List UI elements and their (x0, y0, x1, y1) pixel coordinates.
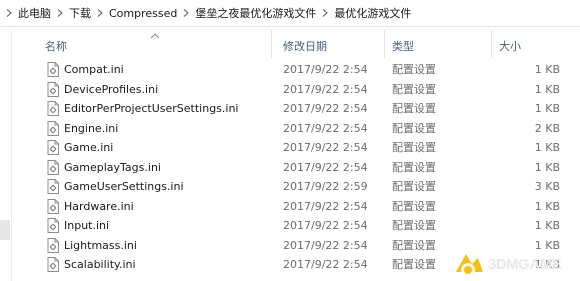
ini-file-icon (47, 81, 59, 97)
file-name[interactable]: Scalability.ini (64, 255, 136, 275)
file-type: 配置设置 (392, 121, 436, 135)
file-date: 2017/9/22 2:59 (283, 180, 368, 193)
file-name[interactable]: Game.ini (64, 138, 113, 158)
file-name[interactable]: GameUserSettings.ini (64, 177, 184, 197)
file-size: 2 KB (534, 121, 560, 135)
file-type: 配置设置 (392, 82, 436, 96)
ini-file-icon (47, 179, 59, 194)
crumb-label[interactable]: 此电脑 (16, 5, 53, 21)
address-bar[interactable]: 此电脑 下载 Compressed 堡垒之夜最优化游戏文件 最优化游戏文件 (0, 0, 580, 27)
file-date: 2017/9/22 2:54 (283, 102, 368, 115)
file-date: 2017/9/22 2:54 (283, 238, 368, 252)
column-divider[interactable] (384, 30, 385, 58)
ini-file-icon (47, 237, 59, 253)
ini-file-icon (47, 198, 59, 214)
file-type: 配置设置 (392, 63, 436, 76)
file-name[interactable]: Lightmass.ini (64, 236, 137, 256)
ini-file-icon (47, 159, 59, 175)
file-row[interactable]: Input.ini 2017/9/22 2:54 配置设置 1 KB (12, 216, 580, 236)
column-header-date[interactable]: 修改日期 (283, 38, 327, 56)
file-type: 配置设置 (392, 141, 436, 154)
column-header-name[interactable]: 名称 (45, 38, 67, 56)
navigation-pane[interactable] (0, 28, 12, 281)
file-size: 1 KB (534, 141, 560, 154)
crumb-downloads[interactable]: 下载 (53, 0, 93, 27)
file-row[interactable]: GameUserSettings.ini 2017/9/22 2:59 配置设置 3 … (12, 177, 580, 197)
watermark-text: 3DMGAME (488, 256, 562, 273)
chevron-right-icon[interactable] (318, 0, 332, 27)
ini-file-icon (47, 218, 59, 233)
file-size: 3 KB (534, 180, 560, 193)
crumb-optimized-folder[interactable]: 最优化游戏文件 (318, 0, 413, 27)
file-name[interactable]: Input.ini (64, 216, 109, 236)
file-type: 配置设置 (392, 199, 436, 213)
3dmgame-logo-icon (456, 253, 483, 277)
column-header-size[interactable]: 大小 (499, 38, 521, 56)
file-name[interactable]: GameplayTags.ini (64, 158, 161, 178)
file-row[interactable]: Game.ini 2017/9/22 2:54 配置设置 1 KB (12, 138, 580, 158)
crumb-label[interactable]: Compressed (107, 7, 179, 20)
file-row[interactable]: Hardware.ini 2017/9/22 2:54 配置设置 1 KB (12, 197, 580, 217)
file-size: 1 KB (534, 102, 560, 115)
file-name[interactable]: DeviceProfiles.ini (64, 80, 158, 100)
crumb-fortnite-folder[interactable]: 堡垒之夜最优化游戏文件 (179, 0, 318, 27)
file-date: 2017/9/22 2:54 (283, 121, 368, 135)
file-row[interactable]: Compat.ini 2017/9/22 2:54 配置设置 1 KB (12, 60, 580, 80)
column-header-row: 名称 修改日期 类型 大小 (12, 28, 580, 60)
watermark: 3DMGAME (452, 248, 580, 281)
file-date: 2017/9/22 2:54 (283, 63, 368, 76)
column-divider[interactable] (271, 30, 272, 58)
file-row[interactable]: DeviceProfiles.ini 2017/9/22 2:54 配置设置 1 KB (12, 80, 580, 100)
file-type: 配置设置 (392, 180, 436, 193)
file-type: 配置设置 (392, 102, 436, 115)
file-date: 2017/9/22 2:54 (283, 160, 368, 174)
file-name[interactable]: EditorPerProjectUserSettings.ini (64, 99, 239, 119)
file-type: 配置设置 (392, 219, 436, 232)
crumb-compressed[interactable]: Compressed (93, 0, 179, 27)
column-header-type[interactable]: 类型 (392, 38, 414, 56)
file-row[interactable]: EditorPerProjectUserSettings.ini 2017/9/2… (12, 99, 580, 119)
ini-file-icon (47, 120, 59, 136)
chevron-right-icon[interactable] (2, 0, 16, 27)
ini-file-icon (47, 257, 59, 272)
file-type: 配置设置 (392, 160, 436, 174)
file-date: 2017/9/22 2:54 (283, 199, 368, 213)
file-size: 1 KB (534, 160, 560, 174)
ini-file-icon (47, 140, 59, 155)
crumb-label[interactable]: 下载 (67, 5, 93, 21)
file-type: 配置设置 (392, 258, 436, 271)
chevron-right-icon[interactable] (93, 0, 107, 27)
file-size: 1 KB (534, 219, 560, 232)
file-name[interactable]: Hardware.ini (64, 197, 134, 217)
file-list: Compat.ini 2017/9/22 2:54 配置设置 1 KB DevicePr… (12, 60, 580, 275)
file-name[interactable]: Compat.ini (64, 60, 124, 80)
chevron-right-icon[interactable] (179, 0, 193, 27)
sort-up-caret-icon (150, 33, 160, 39)
crumb-label[interactable]: 堡垒之夜最优化游戏文件 (193, 5, 318, 21)
file-name[interactable]: Engine.ini (64, 119, 118, 139)
file-date: 2017/9/22 2:54 (283, 219, 368, 232)
nav-scrollbar-thumb[interactable] (0, 220, 10, 240)
file-row[interactable]: Engine.ini 2017/9/22 2:54 配置设置 2 KB (12, 119, 580, 139)
file-date: 2017/9/22 2:54 (283, 141, 368, 154)
column-divider[interactable] (491, 30, 492, 58)
crumb-this-pc[interactable]: 此电脑 (0, 0, 53, 27)
ini-file-icon (47, 101, 59, 116)
crumb-label[interactable]: 最优化游戏文件 (332, 5, 413, 21)
file-date: 2017/9/22 2:54 (283, 258, 368, 271)
file-size: 1 KB (534, 63, 560, 76)
file-type: 配置设置 (392, 238, 436, 252)
file-row[interactable]: GameplayTags.ini 2017/9/22 2:54 配置设置 1 KB (12, 158, 580, 178)
ini-file-icon (47, 62, 59, 77)
file-date: 2017/9/22 2:54 (283, 82, 368, 96)
chevron-right-icon[interactable] (53, 0, 67, 27)
file-size: 1 KB (534, 199, 560, 213)
file-size: 1 KB (534, 82, 560, 96)
